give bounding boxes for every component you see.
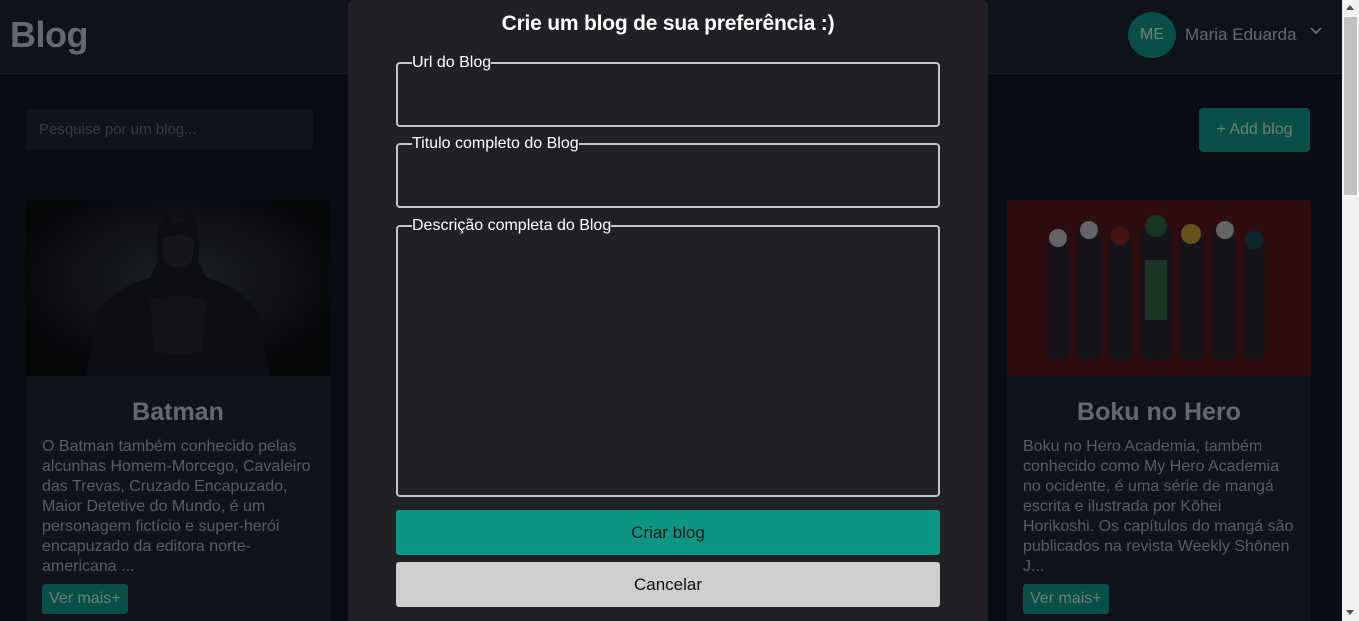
scrollbar-thumb[interactable]	[1344, 17, 1357, 195]
blog-url-input[interactable]	[398, 72, 938, 123]
create-blog-modal: Crie um blog de sua preferência :) Url d…	[348, 0, 988, 621]
modal-title: Crie um blog de sua preferência :)	[501, 12, 835, 35]
blog-description-label: Descrição completa do Blog	[412, 217, 612, 234]
blog-description-field: Descrição completa do Blog	[396, 217, 940, 497]
blog-title-label: Titulo completo do Blog	[412, 135, 579, 152]
blog-title-input[interactable]	[398, 153, 938, 204]
blog-description-textarea[interactable]	[398, 235, 938, 493]
page-scrollbar[interactable]	[1342, 0, 1359, 621]
blog-url-label: Url do Blog	[412, 54, 492, 71]
create-blog-button[interactable]: Criar blog	[396, 510, 940, 555]
scroll-down-arrow-icon[interactable]	[1346, 610, 1354, 615]
blog-url-field: Url do Blog	[396, 54, 940, 127]
blog-title-field: Titulo completo do Blog	[396, 135, 940, 208]
cancel-button[interactable]: Cancelar	[396, 562, 940, 607]
scroll-up-arrow-icon[interactable]	[1346, 5, 1354, 10]
